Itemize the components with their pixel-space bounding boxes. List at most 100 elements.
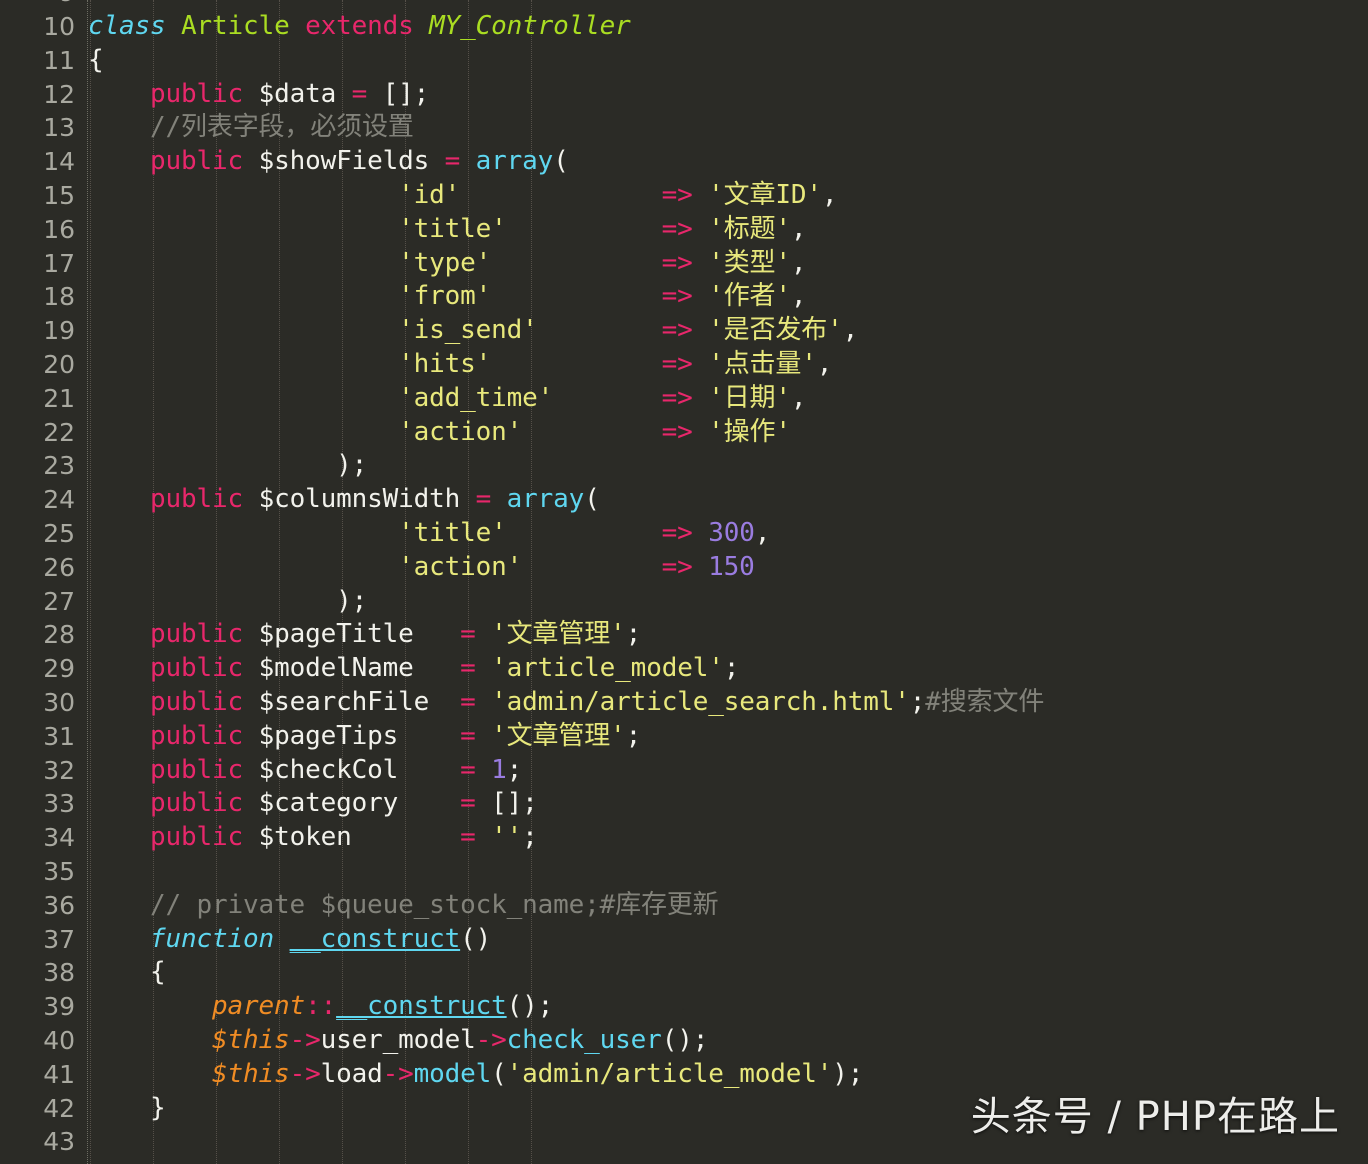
code-line[interactable]: 'from' => '作者', xyxy=(88,280,806,314)
line-number: 22 xyxy=(43,417,75,447)
code-line[interactable] xyxy=(88,1125,104,1159)
code-token: public xyxy=(150,687,244,717)
code-token: public xyxy=(150,822,244,853)
code-token: { xyxy=(88,44,104,75)
code-line[interactable] xyxy=(88,855,104,889)
code-token: '文章管理' xyxy=(491,720,626,751)
code-line[interactable]: 'is_send' => '是否发布', xyxy=(88,314,858,348)
code-line[interactable]: ); xyxy=(88,449,367,483)
code-token: ); xyxy=(336,585,368,616)
line-number: 25 xyxy=(43,519,75,548)
code-line[interactable]: public $modelName = 'article_model'; xyxy=(88,652,739,686)
code-content-pane[interactable]: class Article extends MY_Controller{ pub… xyxy=(88,0,1368,1164)
code-line[interactable]: public $data = []; xyxy=(88,78,429,112)
code-token: (); xyxy=(506,991,554,1022)
code-line[interactable]: } xyxy=(88,1092,166,1126)
line-number: 24 xyxy=(43,485,75,515)
code-line[interactable]: // private $queue_stock_name;#库存更新 xyxy=(88,889,719,923)
code-line[interactable]: 'add_time' => '日期', xyxy=(88,382,806,416)
code-token: '文章管理' xyxy=(491,619,626,650)
code-line[interactable]: 'action' => '操作' xyxy=(88,416,791,450)
line-number: 30 xyxy=(43,688,75,717)
code-token: parent xyxy=(212,991,306,1022)
code-token: -> xyxy=(382,1058,414,1089)
code-token: = xyxy=(460,822,476,853)
code-line[interactable]: { xyxy=(88,956,166,990)
code-token: => xyxy=(661,551,693,582)
code-editor-screenshot: 9 10 11 12 13 14 15 16 17 18 19 20 21 22 23 24 25 26 27 28 2… xyxy=(0,0,1368,1164)
code-token: public xyxy=(150,146,244,177)
line-number: 29 xyxy=(43,654,75,684)
code-line[interactable]: public $searchFile = 'admin/article_sear… xyxy=(88,686,1044,720)
code-line[interactable]: public $columnsWidth = array( xyxy=(88,483,600,517)
code-line[interactable]: public $token = ''; xyxy=(88,821,538,855)
code-line[interactable]: class Article extends MY_Controller xyxy=(88,10,631,44)
code-token: '日期' xyxy=(708,382,791,413)
code-token: __construct xyxy=(289,923,461,954)
code-line[interactable]: function __construct() xyxy=(88,923,491,957)
code-line[interactable]: parent::__construct(); xyxy=(88,990,553,1024)
code-line[interactable]: { xyxy=(88,44,104,78)
code-line[interactable]: public $category = []; xyxy=(88,787,538,821)
code-line[interactable]: $this->user_model->check_user(); xyxy=(88,1024,708,1058)
code-token: 'title' xyxy=(398,518,507,548)
line-number: 16 xyxy=(43,214,75,244)
code-line[interactable]: //列表字段，必须设置 xyxy=(88,111,414,145)
code-line[interactable]: 'hits' => '点击量', xyxy=(88,348,832,382)
code-token: => xyxy=(661,518,693,548)
code-line[interactable]: ); xyxy=(88,585,367,619)
code-line[interactable]: $this->load->model('admin/article_model'… xyxy=(88,1058,863,1092)
code-token: public xyxy=(150,653,244,684)
code-token: $checkCol xyxy=(258,754,399,785)
code-line[interactable]: public $pageTitle = '文章管理'; xyxy=(88,618,641,652)
code-token: array xyxy=(506,484,585,515)
editor-surface[interactable]: 9 10 11 12 13 14 15 16 17 18 19 20 21 22 23 24 25 26 27 28 2… xyxy=(0,0,1368,1164)
code-token: function xyxy=(150,923,275,954)
code-token: -> xyxy=(475,1025,507,1055)
code-line[interactable]: public $pageTips = '文章管理'; xyxy=(88,720,641,754)
line-number: 35 xyxy=(43,857,75,886)
code-token: array xyxy=(475,146,554,177)
line-number: 33 xyxy=(43,789,75,819)
code-token: 'article_model' xyxy=(491,653,724,684)
code-token: { xyxy=(150,957,166,988)
code-line[interactable]: 'title' => '标题', xyxy=(88,213,806,247)
code-token: $searchFile xyxy=(258,687,430,717)
code-line[interactable]: 'title' => 300, xyxy=(88,517,770,551)
code-line[interactable]: 'action' => 150 xyxy=(88,551,755,585)
code-token: , xyxy=(790,382,807,413)
code-token: ; xyxy=(625,619,642,650)
code-token: = xyxy=(460,619,476,650)
code-token: '' xyxy=(491,822,523,853)
code-line[interactable]: 'type' => '类型', xyxy=(88,247,806,281)
code-token: public xyxy=(150,619,244,650)
code-token: ); xyxy=(336,450,368,481)
code-token: 150 xyxy=(708,551,755,582)
code-token: -> xyxy=(289,1058,321,1089)
code-token: () xyxy=(460,923,492,954)
code-line[interactable]: 'id' => '文章ID', xyxy=(88,179,837,213)
code-token: 'type' xyxy=(398,247,492,278)
code-token: 'from' xyxy=(398,281,492,312)
code-line[interactable]: public $checkCol = 1; xyxy=(88,754,522,788)
code-token: => xyxy=(661,382,693,413)
code-token: '点击量' xyxy=(708,349,817,379)
code-line[interactable]: public $showFields = array( xyxy=(88,145,569,179)
